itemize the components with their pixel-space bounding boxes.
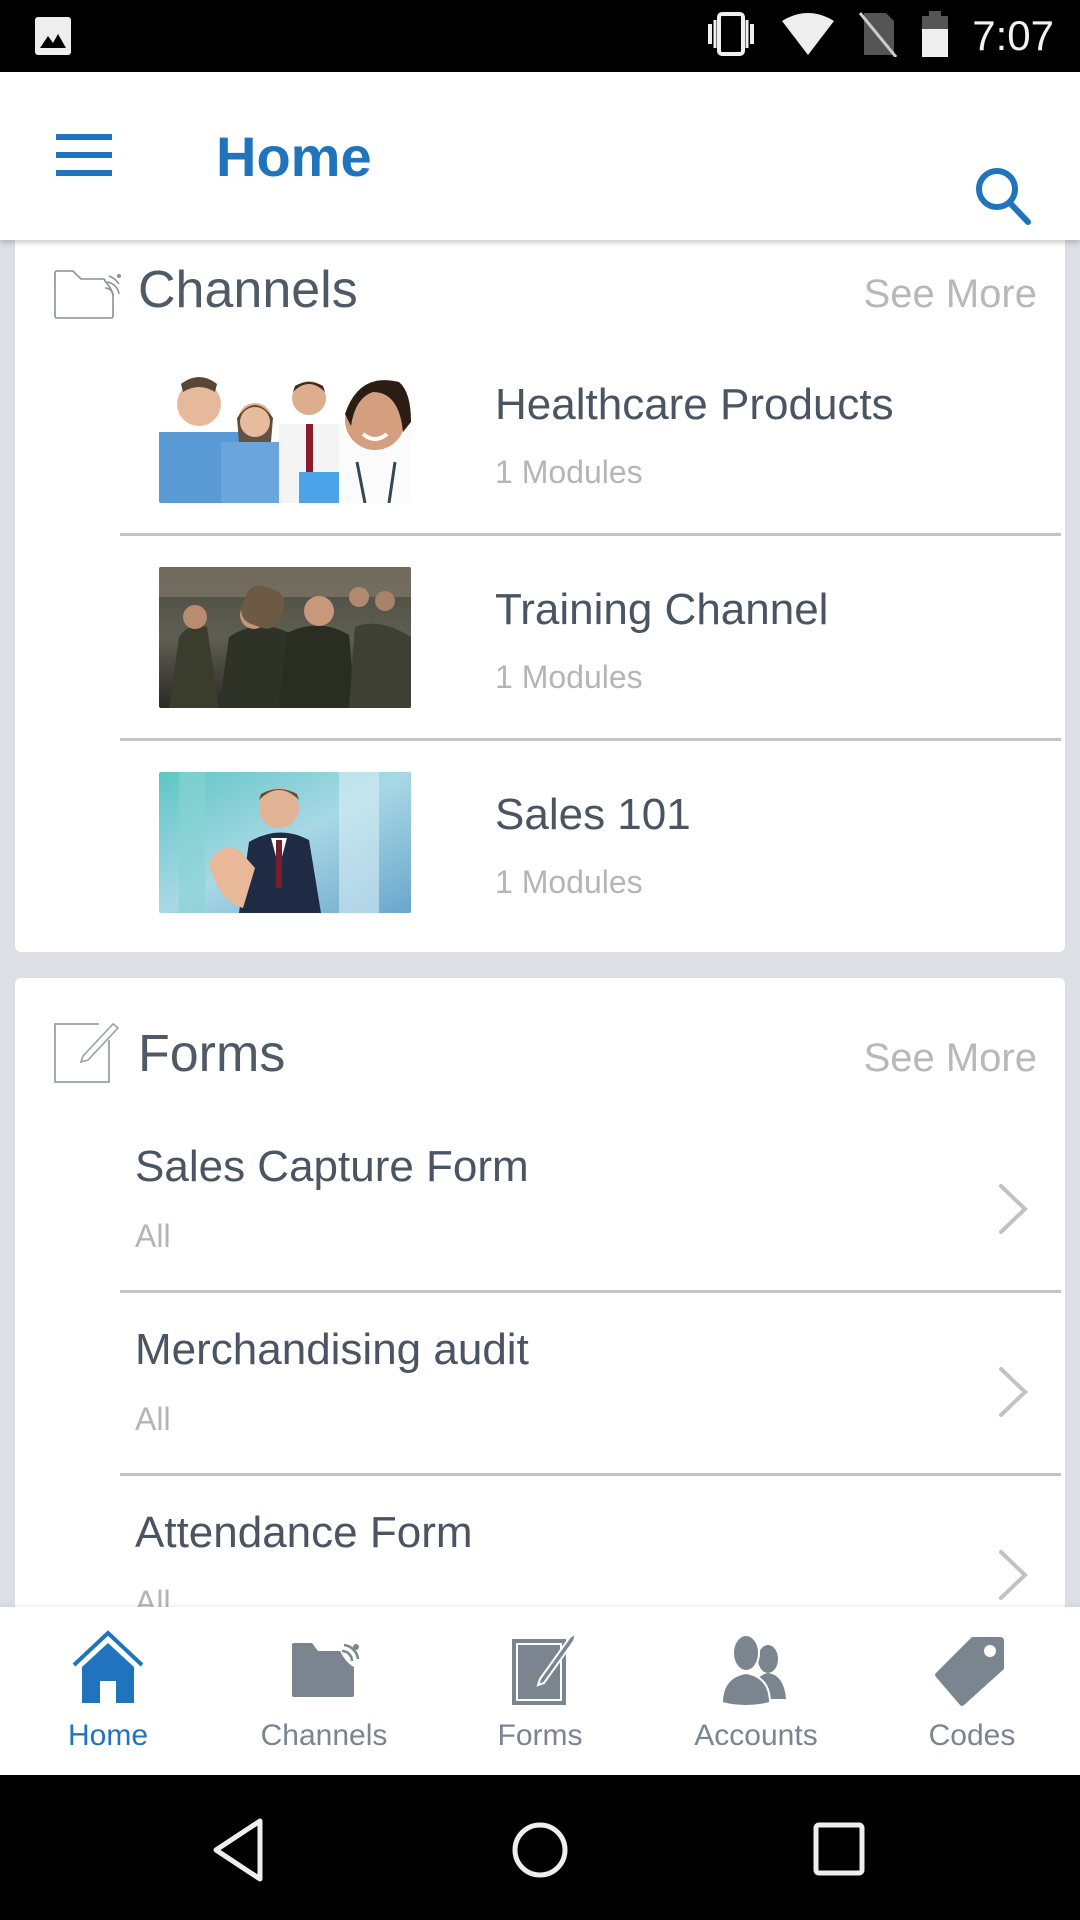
no-sim-icon <box>858 11 898 62</box>
status-time: 7:07 <box>972 12 1054 59</box>
tab-home-label: Home <box>67 1719 149 1752</box>
home-content: Channels See More Healthcare Products 1 … <box>0 240 1080 1607</box>
row-divider <box>120 1473 1061 1476</box>
tab-codes[interactable]: Codes <box>864 1607 1080 1775</box>
tab-codes-label: Codes <box>928 1719 1016 1752</box>
channel-item[interactable]: Sales 101 1 Modules <box>15 772 1065 977</box>
channels-card: Channels See More Healthcare Products 1 … <box>15 240 1065 952</box>
form-edit-icon <box>53 1018 121 1089</box>
forms-section-title: Forms <box>138 1025 286 1083</box>
vibrate-icon <box>704 11 758 61</box>
form-item[interactable]: Sales Capture Form All <box>15 1142 1065 1325</box>
tab-forms-label: Forms <box>497 1719 583 1752</box>
channel-module-count: 1 Modules <box>495 659 643 695</box>
forms-see-more-link[interactable]: See More <box>864 1036 1037 1081</box>
channel-module-count: 1 Modules <box>495 864 643 900</box>
chevron-right-icon <box>997 1182 1031 1236</box>
medical-team-photo <box>159 362 411 503</box>
channel-item[interactable]: Training Channel 1 Modules <box>15 567 1065 772</box>
channels-see-more-link[interactable]: See More <box>864 272 1037 317</box>
tab-channels-label: Channels <box>260 1719 388 1752</box>
chevron-right-icon <box>997 1365 1031 1419</box>
screen: 7:07 Home Channels See More Healthcare P… <box>0 0 1080 1920</box>
soldiers-training-photo <box>159 567 411 708</box>
page-title: Home <box>216 125 372 188</box>
channel-item[interactable]: Healthcare Products 1 Modules <box>15 362 1065 567</box>
form-audience: All <box>135 1401 171 1437</box>
tab-home[interactable]: Home <box>0 1607 216 1775</box>
tab-accounts-label: Accounts <box>694 1719 818 1752</box>
row-divider <box>120 533 1061 536</box>
app-bar: Home <box>0 72 1080 240</box>
forms-card: Forms See More Sales Capture Form All Me… <box>15 978 1065 1607</box>
form-title: Attendance Form <box>135 1508 473 1557</box>
codes-tag-icon <box>932 1629 1012 1709</box>
system-navigation-bar <box>0 1775 1080 1920</box>
forms-icon <box>500 1629 580 1709</box>
home-circle-icon[interactable] <box>500 1815 580 1885</box>
tab-forms[interactable]: Forms <box>432 1607 648 1775</box>
channel-title: Healthcare Products <box>495 380 894 429</box>
channel-module-count: 1 Modules <box>495 454 643 490</box>
wifi-icon <box>780 11 836 62</box>
channels-section-title: Channels <box>138 261 358 319</box>
tab-accounts[interactable]: Accounts <box>648 1607 864 1775</box>
businessman-handshake-photo <box>159 772 411 913</box>
channels-icon <box>284 1629 364 1709</box>
recents-icon[interactable] <box>800 1815 880 1885</box>
battery-icon <box>920 10 950 62</box>
channel-title: Sales 101 <box>495 790 691 839</box>
row-divider <box>120 1290 1061 1293</box>
channels-header: Channels See More <box>15 240 1065 330</box>
chevron-right-icon <box>997 1548 1031 1602</box>
channel-folder-icon <box>53 270 121 325</box>
hamburger-menu-icon[interactable] <box>56 134 112 176</box>
tab-channels[interactable]: Channels <box>216 1607 432 1775</box>
form-title: Sales Capture Form <box>135 1142 529 1191</box>
form-title: Merchandising audit <box>135 1325 529 1374</box>
status-bar: 7:07 <box>0 0 1080 72</box>
accounts-icon <box>716 1629 796 1709</box>
form-item[interactable]: Merchandising audit All <box>15 1325 1065 1508</box>
home-icon <box>68 1629 148 1709</box>
bottom-navigation: Home Channels Forms Accounts Codes <box>0 1607 1080 1775</box>
back-icon[interactable] <box>200 1815 280 1885</box>
form-item[interactable]: Attendance Form All <box>15 1508 1065 1607</box>
channel-title: Training Channel <box>495 585 829 634</box>
image-notification-icon <box>34 16 72 61</box>
search-icon[interactable] <box>970 162 1038 230</box>
forms-header: Forms See More <box>15 978 1065 1083</box>
form-audience: All <box>135 1218 171 1254</box>
form-audience: All <box>135 1584 171 1607</box>
row-divider <box>120 738 1061 741</box>
